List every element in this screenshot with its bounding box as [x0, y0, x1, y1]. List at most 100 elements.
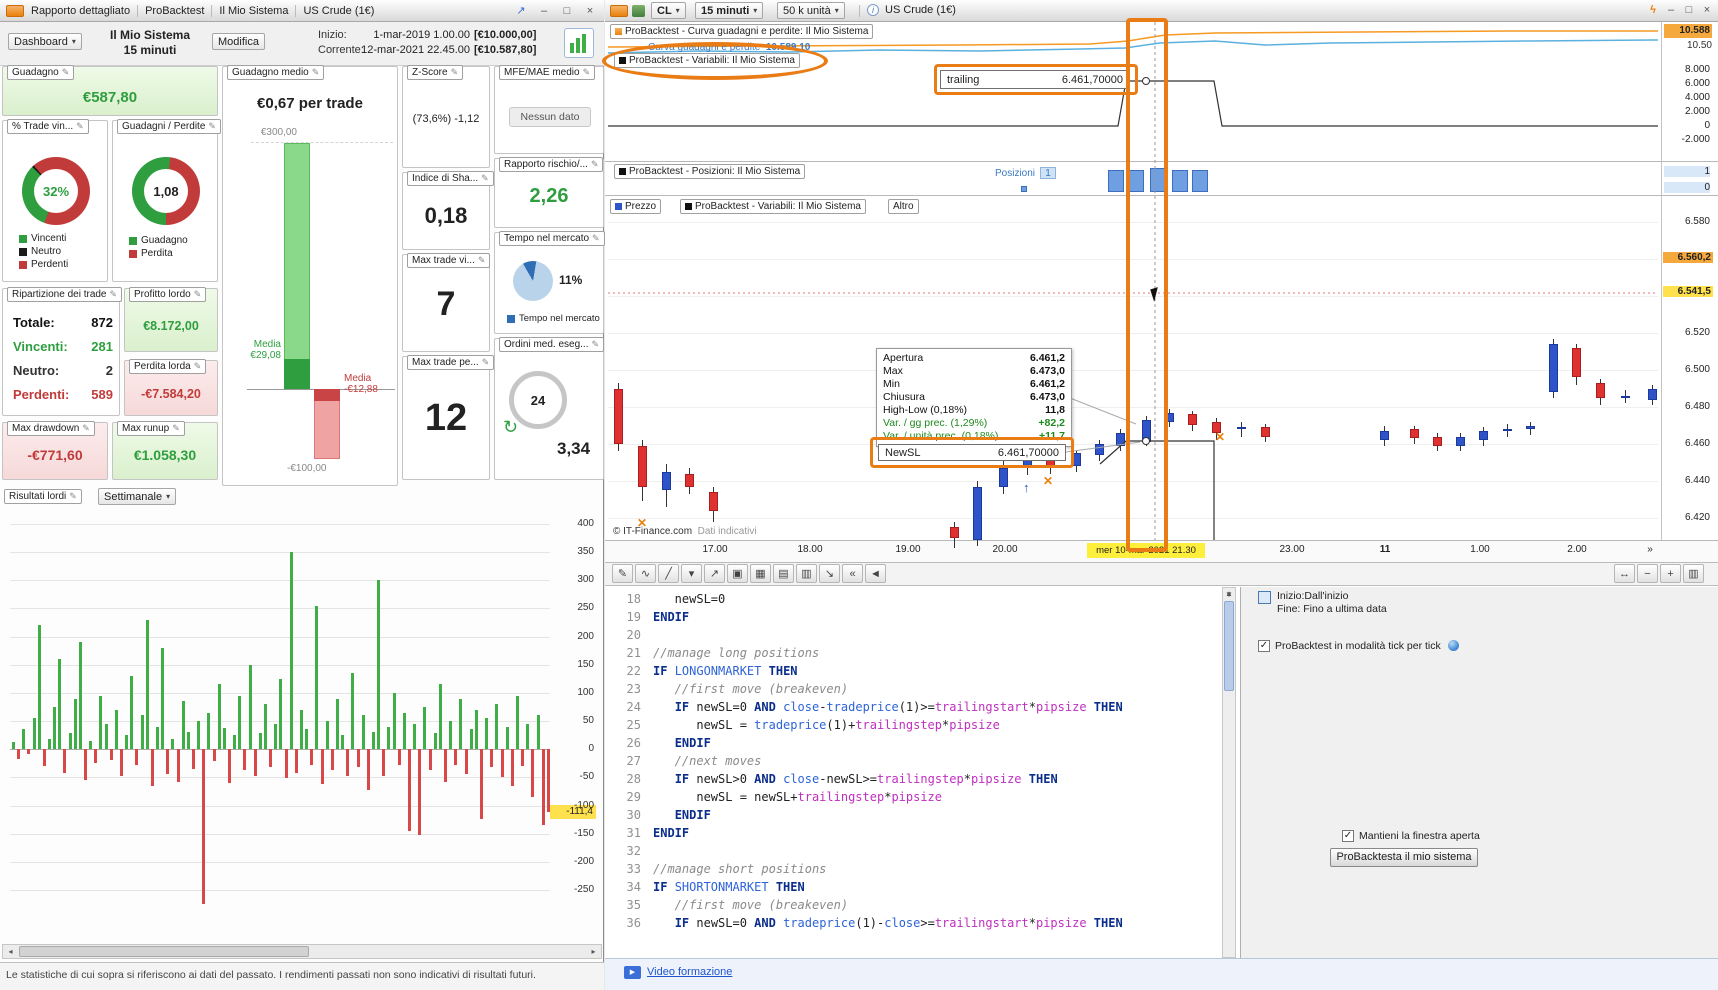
- newsl-variable-box[interactable]: NewSL 6.461,70000: [878, 444, 1066, 461]
- pencil-icon: ✎: [592, 233, 600, 243]
- line-tools-icon[interactable]: ╱: [658, 564, 679, 583]
- card-max-drawdown-chip[interactable]: Max drawdown ✎: [7, 421, 95, 436]
- card-max-cons-wins-chip[interactable]: Max trade vi... ✎: [407, 253, 491, 268]
- card-breakdown-chip[interactable]: Ripartizione dei trade ✎: [7, 287, 123, 302]
- tab-positions[interactable]: ProBacktest - Posizioni: Il Mio Sistema: [614, 164, 806, 179]
- candle: [1502, 429, 1512, 432]
- card-gain-loss-chip[interactable]: Guadagni / Perdite ✎: [117, 119, 221, 134]
- card-sharpe-chip[interactable]: Indice di Sha... ✎: [407, 171, 494, 186]
- line-tools-caret-icon[interactable]: ▾: [681, 564, 702, 583]
- range-end-label: Fine: Fino a ultima data: [1277, 603, 1387, 615]
- code-line[interactable]: 18 newSL=0: [617, 590, 1217, 608]
- code-line[interactable]: 19 ENDIF: [617, 608, 1217, 626]
- pencil-icon: ✎: [76, 121, 84, 131]
- code-vscrollbar[interactable]: ▲ ▼: [1222, 587, 1236, 958]
- card-time-in-market-chip[interactable]: Tempo nel mercato ✎: [499, 231, 605, 246]
- candle: [1141, 419, 1151, 443]
- code-line[interactable]: 31 ENDIF: [617, 824, 1217, 842]
- tab-altro[interactable]: Altro: [888, 199, 919, 214]
- zoom-reset-icon[interactable]: ↔: [1614, 564, 1635, 583]
- price-scale-tick: 6.500: [1684, 364, 1710, 375]
- time-axis-highlight: mer 10-mar-2021 21.30: [1087, 543, 1205, 558]
- zoom-out-icon[interactable]: −: [1637, 564, 1658, 583]
- run-backtest-button[interactable]: ProBacktesta il mio sistema: [1330, 848, 1478, 867]
- candle: [1571, 347, 1581, 378]
- code-line[interactable]: 23 //first move (breakeven): [617, 680, 1217, 698]
- candle: [1115, 432, 1125, 446]
- zoom-in-icon[interactable]: +: [1660, 564, 1681, 583]
- candle: [1260, 427, 1270, 437]
- card-max-cons-losses-chip[interactable]: Max trade pe... ✎: [407, 355, 495, 370]
- position-bar: [1021, 186, 1027, 192]
- results-chip[interactable]: Risultati lordi ✎: [4, 489, 82, 504]
- code-line[interactable]: 32: [617, 842, 1217, 860]
- code-line[interactable]: 30 ENDIF: [617, 806, 1217, 824]
- tooltip-value: 11,8: [1045, 404, 1065, 416]
- code-line[interactable]: 34 IF SHORTONMARKET THEN: [617, 878, 1217, 896]
- tab-variables-price[interactable]: ProBacktest - Variabili: Il Mio Sistema: [680, 199, 866, 214]
- code-line[interactable]: 26 ENDIF: [617, 734, 1217, 752]
- line-number: 29: [626, 790, 641, 804]
- card-risk-ratio-chip[interactable]: Rapporto rischio/... ✎: [499, 157, 604, 172]
- code-line[interactable]: 25 newSL = tradeprice (1)+ trailingstep * pi…: [617, 716, 1217, 734]
- time-axis[interactable]: 17.00 18.00 19.00 20.00 23.00 11 1.00 2.00 »: [0, 541, 1718, 561]
- add-grid-icon[interactable]: ▦: [750, 564, 771, 583]
- line-number: 18: [626, 592, 641, 606]
- card-mfemae-chip[interactable]: MFE/MAE medio ✎: [499, 65, 596, 80]
- trailing-variable-box[interactable]: trailing 6.461,70000: [940, 70, 1130, 89]
- time-label: 20.00: [992, 544, 1018, 555]
- video-link[interactable]: Video formazione: [647, 966, 732, 978]
- card-win-pct-chip[interactable]: % Trade vin... ✎: [7, 119, 89, 134]
- code-line[interactable]: 22 IF LONGONMARKET THEN: [617, 662, 1217, 680]
- positions-scale-tick: 0: [1664, 182, 1710, 193]
- chart-grid-icon[interactable]: ▥: [796, 564, 817, 583]
- card-max-runup-chip[interactable]: Max runup ✎: [117, 421, 185, 436]
- fullscreen-icon[interactable]: ▣: [727, 564, 748, 583]
- win-pct-donut: 32%: [22, 157, 90, 225]
- code-line[interactable]: 20: [617, 626, 1217, 644]
- code-line[interactable]: 24 IF newSL=0 AND close - tradeprice (1)>= t…: [617, 698, 1217, 716]
- card-gross-loss-chip[interactable]: Perdita lorda ✎: [129, 359, 207, 374]
- tab-variables-equity[interactable]: ProBacktest - Variabili: Il Mio Sistema: [614, 53, 800, 68]
- keep-open-checkbox[interactable]: ✓: [1342, 830, 1354, 842]
- card-zscore-chip[interactable]: Z-Score ✎: [407, 65, 464, 80]
- code-line[interactable]: 36 IF newSL=0 AND tradeprice (1)- close >= t…: [617, 914, 1217, 932]
- indicators-icon[interactable]: ∿: [635, 564, 656, 583]
- draw-tools-icon[interactable]: ✎: [612, 564, 633, 583]
- keep-open-label: Mantieni la finestra aperta: [1359, 830, 1480, 842]
- exit-cross-marker: ✕: [1215, 430, 1226, 444]
- weekly-y-tick: -150: [573, 827, 594, 839]
- share-chart-icon[interactable]: ↗: [704, 564, 725, 583]
- collapse-panel-icon[interactable]: «: [842, 564, 863, 583]
- line-number: 24: [626, 700, 641, 714]
- time-label: 23.00: [1279, 544, 1305, 555]
- tab-price[interactable]: Prezzo: [610, 199, 662, 214]
- code-line[interactable]: 28 IF newSL>0 AND close -newSL>= trailings…: [617, 770, 1217, 788]
- code-line[interactable]: 33//manage short positions: [617, 860, 1217, 878]
- scrollbar-thumb[interactable]: [1224, 601, 1234, 691]
- tooltip-label: Apertura: [883, 352, 924, 364]
- chart-options-icon[interactable]: ▥: [1683, 564, 1704, 583]
- line-number: 33: [626, 862, 641, 876]
- export-icon[interactable]: ↘: [819, 564, 840, 583]
- candle: [1094, 444, 1104, 456]
- pencil-icon: ✎: [61, 67, 70, 77]
- tooltip-row: Max 6.473,0: [883, 365, 1065, 378]
- position-bar: [1172, 170, 1188, 192]
- card-avg-gain-chip[interactable]: Guadagno medio ✎: [227, 65, 325, 80]
- scroll-back-icon[interactable]: ◄: [865, 564, 886, 583]
- tick-mode-checkbox[interactable]: ✓: [1258, 640, 1270, 652]
- card-avg-orders-chip[interactable]: Ordini med. eseg... ✎: [499, 337, 605, 352]
- tab-equity-curve[interactable]: ProBacktest - Curva guadagni e perdite: …: [610, 24, 874, 39]
- code-line[interactable]: 21//manage long positions: [617, 644, 1217, 662]
- toolbar-left-group: ✎ ∿ ╱ ▾ ↗ ▣ ▦ ▤ ▥ ↘ «◄: [612, 564, 886, 583]
- card-gross-profit-chip[interactable]: Profitto lordo ✎: [129, 287, 207, 302]
- card-gain-chip[interactable]: Guadagno ✎: [7, 65, 75, 80]
- code-lines[interactable]: 18 newSL=0 19 ENDIF 20 21//manage long posit…: [617, 590, 1217, 932]
- code-line[interactable]: 35 //first move (breakeven): [617, 896, 1217, 914]
- grid-icon[interactable]: ▤: [773, 564, 794, 583]
- equity-scale-tick: -2.000: [1681, 134, 1710, 145]
- code-line[interactable]: 27 //next moves: [617, 752, 1217, 770]
- scroll-down-arrow[interactable]: ▼: [1223, 589, 1235, 600]
- code-line[interactable]: 29 newSL = newSL+ trailingstep * pipsize: [617, 788, 1217, 806]
